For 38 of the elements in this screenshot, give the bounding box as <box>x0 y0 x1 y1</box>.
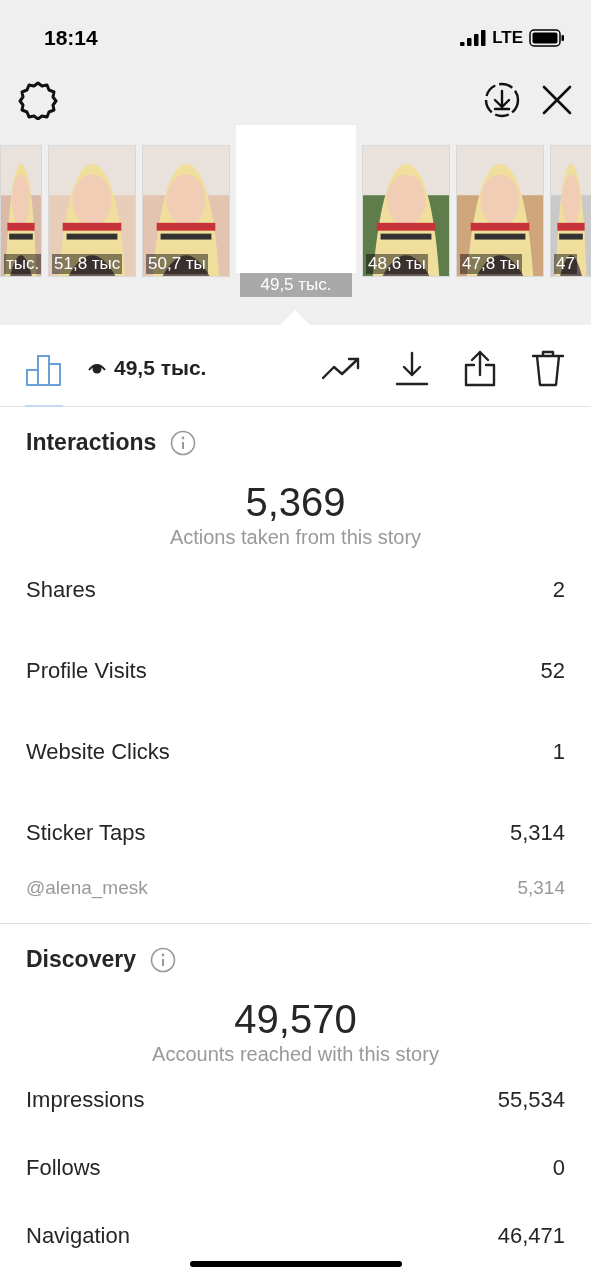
metric-value: 52 <box>540 657 565 684</box>
view-count: 51,8 тыс <box>52 254 123 274</box>
story-thumbnail[interactable]: 51,8 тыс <box>48 145 136 277</box>
total-caption: Accounts reached with this story <box>151 1043 440 1066</box>
story-thumbnail[interactable]: 50,7 ты <box>142 145 230 277</box>
view-count: 47 <box>554 254 577 274</box>
section-title: Interactions <box>26 429 157 456</box>
story-thumbnail[interactable]: 48,6 ты <box>362 145 450 277</box>
metric-value: 1 <box>552 738 565 765</box>
status-time: 18:14 <box>44 25 98 50</box>
story-thumbnail[interactable]: тыс. <box>0 145 42 277</box>
story-thumbnail[interactable]: 47 <box>550 145 591 277</box>
metric-label: Follows <box>26 1155 101 1181</box>
view-count: 49,5 тыс. <box>240 273 352 297</box>
metric-label: Sticker Taps <box>26 819 146 846</box>
metric-label: @alena_mesk <box>26 877 148 899</box>
total-count: 49,570 <box>233 997 358 1041</box>
metric-label: Navigation <box>26 1223 130 1249</box>
view-count: тыс. <box>4 254 42 274</box>
metric-value: 5,314 <box>517 877 565 899</box>
total-caption: Actions taken from this story <box>168 526 423 549</box>
metric-label: Impressions <box>26 1087 145 1113</box>
view-count: 47,8 ты <box>460 254 522 274</box>
metric-value: 5,314 <box>509 819 565 846</box>
metric-value: 46,471 <box>497 1223 565 1249</box>
metric-label: Profile Visits <box>26 657 147 684</box>
network-label: LTE <box>492 27 523 48</box>
metric-label: Shares <box>26 576 96 603</box>
section-title: Discovery <box>26 946 136 973</box>
total-count: 5,369 <box>244 480 347 524</box>
view-count: 50,7 ты <box>146 254 208 274</box>
metric-label: Website Clicks <box>26 738 170 765</box>
view-count: 49,5 тыс. <box>114 356 207 380</box>
view-count: 48,6 ты <box>366 254 428 274</box>
story-thumbnail[interactable]: 47,8 ты <box>456 145 544 277</box>
metric-value: 55,534 <box>497 1087 565 1113</box>
metric-value: 2 <box>552 576 565 603</box>
metric-value: 0 <box>552 1155 565 1181</box>
